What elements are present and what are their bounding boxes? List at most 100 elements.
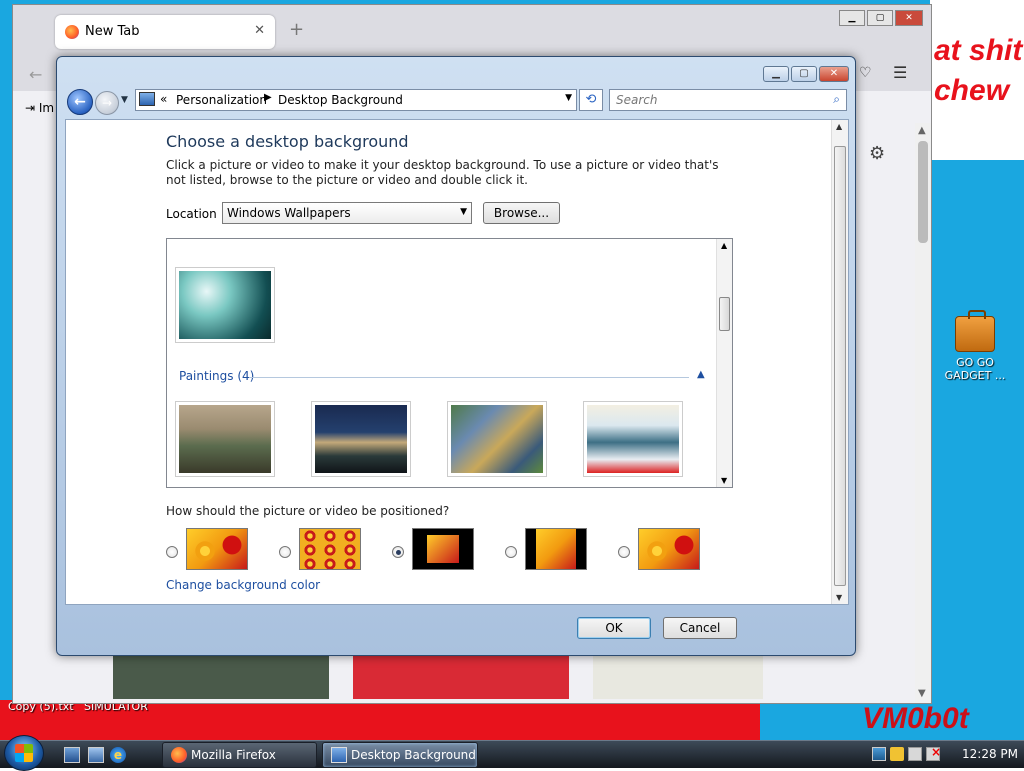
taskbar-item-desktop-background[interactable]: Desktop Background (322, 742, 478, 768)
position-preview[interactable] (638, 528, 700, 570)
position-radio[interactable] (505, 546, 517, 558)
volume-muted-icon[interactable] (926, 745, 941, 761)
wallpaper-image (451, 405, 543, 473)
wallpaper-thumbnail[interactable] (175, 267, 275, 343)
breadcrumb-personalization[interactable]: Personalization (176, 93, 267, 107)
position-radio[interactable] (166, 546, 178, 558)
refresh-button[interactable]: ⟲ (579, 89, 603, 111)
chevron-up-icon[interactable]: ▲ (918, 125, 926, 136)
minimize-button[interactable]: ▁ (839, 10, 865, 26)
minimize-button[interactable]: ▁ (763, 66, 789, 82)
browse-button[interactable]: Browse... (483, 202, 560, 224)
start-button[interactable] (4, 735, 44, 771)
tab-new-tab[interactable]: New Tab ✕ (55, 15, 275, 49)
scrollbar-thumb[interactable] (719, 297, 730, 331)
top-site-thumbnail[interactable] (353, 655, 569, 699)
wallpaper-thumbnail[interactable] (583, 401, 683, 477)
window-controls: ▁ ▢ ✕ (761, 65, 849, 82)
desktop-background-window: ▁ ▢ ✕ ← → ▼ « Personalization ▶ Desktop Ba… (56, 56, 856, 656)
group-header-paintings[interactable]: Paintings (4) (179, 369, 254, 383)
search-placeholder: Search (616, 93, 658, 107)
taskbar-item-firefox[interactable]: Mozilla Firefox (162, 742, 317, 768)
position-preview[interactable] (186, 528, 248, 570)
system-tray (872, 745, 944, 764)
chevron-down-icon[interactable]: ▼ (836, 593, 842, 602)
ok-button[interactable]: OK (577, 617, 651, 639)
close-icon[interactable]: ✕ (254, 23, 265, 38)
gallery-scrollbar[interactable]: ▲ ▼ (716, 239, 732, 487)
desktop-icon-go-go-gadget[interactable]: GO GO GADGET ... (940, 310, 1010, 382)
hamburger-menu-icon[interactable]: ☰ (893, 63, 907, 82)
cancel-button[interactable]: Cancel (663, 617, 737, 639)
windows-logo-icon (15, 744, 33, 762)
location-dropdown[interactable]: Windows Wallpapers ▼ (222, 202, 472, 224)
chevron-up-icon[interactable]: ▲ (697, 369, 705, 380)
close-button[interactable]: ✕ (819, 66, 849, 82)
position-question: How should the picture or video be posit… (166, 504, 450, 518)
action-center-icon[interactable] (890, 747, 904, 761)
recent-pages-dropdown[interactable]: ▼ (121, 95, 128, 105)
taskbar-item-label: Mozilla Firefox (191, 748, 276, 762)
position-radio[interactable] (279, 546, 291, 558)
switch-windows-icon[interactable] (88, 747, 104, 763)
breadcrumb-desktop-background[interactable]: Desktop Background (278, 93, 403, 107)
top-site-thumbnail[interactable] (593, 655, 763, 699)
change-background-color-link[interactable]: Change background color (166, 578, 320, 592)
search-input[interactable]: Search ⌕ (609, 89, 847, 111)
gear-icon[interactable]: ⚙ (869, 143, 885, 164)
firefox-icon (65, 25, 79, 39)
network-icon[interactable] (872, 747, 886, 761)
taskbar-item-label: Desktop Background (351, 748, 476, 762)
control-panel-icon (331, 747, 347, 763)
position-radio[interactable] (618, 546, 630, 558)
page-description: Click a picture or video to make it your… (166, 158, 719, 187)
position-radio[interactable] (392, 546, 404, 558)
show-desktop-icon[interactable] (64, 747, 80, 763)
chevron-up-icon[interactable]: ▲ (721, 241, 727, 250)
wallpaper-signature: VM0b0t (862, 702, 969, 735)
chevron-down-icon[interactable]: ▼ (918, 688, 926, 699)
location-label: Location (166, 207, 217, 221)
new-tab-button[interactable]: + (289, 19, 304, 40)
chevron-right-icon[interactable]: ▶ (264, 92, 272, 103)
desktop-icon-label: GO GO GADGET ... (944, 356, 1006, 382)
monitor-icon[interactable] (908, 747, 922, 761)
position-preview[interactable] (525, 528, 587, 570)
wallpaper-thumbnail[interactable] (447, 401, 547, 477)
content-scrollbar[interactable]: ▲ ▼ (831, 120, 848, 604)
back-arrow-icon[interactable]: ← (29, 65, 42, 84)
internet-explorer-icon[interactable]: e (110, 747, 126, 763)
import-bookmarks-link[interactable]: ⇥ Im (25, 101, 54, 115)
wallpaper-image (179, 405, 271, 473)
firefox-icon (171, 747, 187, 763)
chevron-down-icon[interactable]: ▼ (721, 476, 727, 485)
wallpaper-text: chew (934, 74, 1010, 107)
search-icon[interactable]: ⌕ (833, 92, 840, 107)
pocket-icon[interactable]: ♡ (859, 65, 872, 81)
maximize-button[interactable]: ▢ (867, 10, 893, 26)
wallpaper-thumbnail[interactable] (311, 401, 411, 477)
scrollbar-thumb[interactable] (834, 146, 846, 586)
wallpaper-thumbnail[interactable] (175, 401, 275, 477)
position-preview[interactable] (299, 528, 361, 570)
firefox-scrollbar[interactable]: ▲ ▼ (915, 123, 931, 703)
scrollbar-thumb[interactable] (918, 141, 928, 243)
chevron-down-icon: ▼ (460, 207, 467, 217)
clock[interactable]: 12:28 PM (962, 747, 1018, 761)
top-site-thumbnail[interactable] (113, 655, 329, 699)
address-bar[interactable]: « Personalization ▶ Desktop Background ▼ (135, 89, 577, 111)
breadcrumb-overflow[interactable]: « (160, 92, 167, 106)
wallpaper-image (587, 405, 679, 473)
maximize-button[interactable]: ▢ (791, 66, 817, 82)
group-divider (249, 377, 689, 378)
wallpaper-image (315, 405, 407, 473)
chevron-up-icon[interactable]: ▲ (836, 122, 842, 131)
back-button[interactable]: ← (67, 89, 93, 115)
briefcase-icon (955, 310, 995, 352)
chevron-down-icon[interactable]: ▼ (565, 93, 572, 103)
forward-button[interactable]: → (95, 91, 119, 115)
position-preview[interactable] (412, 528, 474, 570)
wallpaper-text: at shit (934, 34, 1023, 67)
control-panel-icon (139, 92, 155, 106)
close-button[interactable]: ✕ (895, 10, 923, 26)
